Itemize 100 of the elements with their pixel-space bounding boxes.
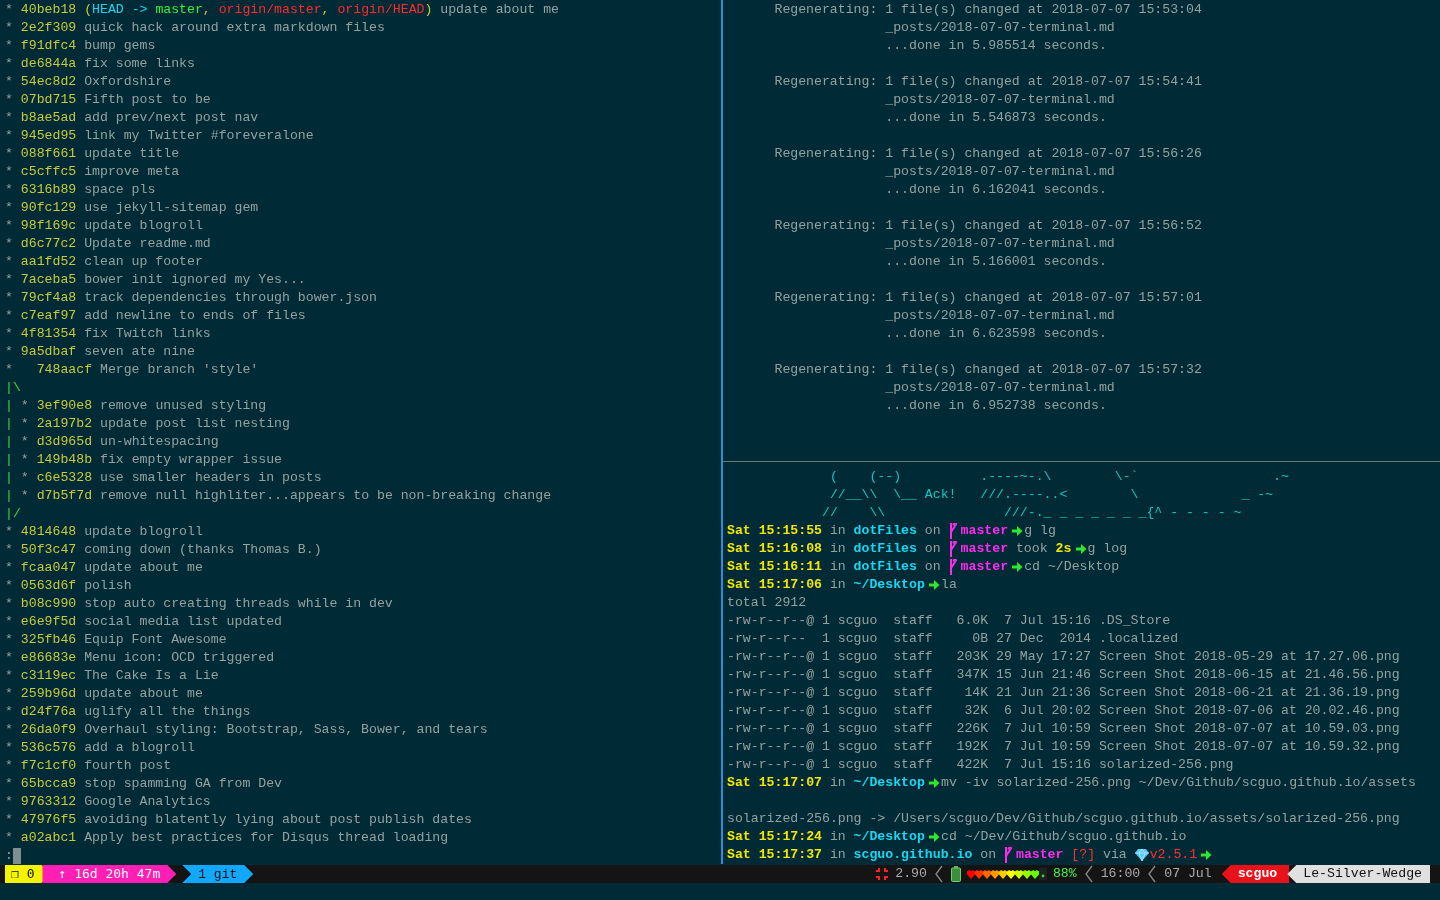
arrow-icon [1200,849,1213,861]
commit-hash: f91dfc4 [20,37,77,55]
commit-message: bower init ignored my Yes... [84,271,306,289]
graph-lines: * [5,559,13,577]
commit-message: use jekyll-sitemap gem [84,199,259,217]
commit-hash: 4814648 [20,523,77,541]
output-line: -rw-r--r--@ 1 scguo staff 32K 6 Jul 20:02 Screen Shot 2018-07-06 at 20.02.46.png [727,702,1400,720]
prompt-directory: dotFiles [853,522,917,540]
commit-hash: 4f81354 [20,325,77,343]
command-text: la [941,576,957,594]
commit-message: Fifth post to be [84,91,211,109]
graph-lines: * [5,523,13,541]
graph-lines: * [5,235,13,253]
graph-lines: * [5,325,13,343]
log-line: 1 file(s) changed at 2018-07-07 15:54:41 [885,73,1202,91]
command-text: g lg [1024,522,1056,540]
graph-lines: * [5,253,13,271]
git-branch: master [960,522,1009,540]
user-segment: scguo [1221,865,1290,883]
graph-lines: * [5,595,13,613]
graph-lines: * [5,739,13,757]
commit-message: Merge branch 'style' [99,361,259,379]
commit-hash: 65bcca9 [20,775,77,793]
command-duration: 2s [1055,540,1072,558]
arrow-icon [928,579,940,591]
window-tab[interactable]: 1 git [182,865,254,883]
log-line: _posts/2018-07-07-terminal.md [885,307,1116,325]
graph-lines: * [5,667,13,685]
commit-message: add newline to ends of files [84,307,306,325]
commit-hash: 149b48b [36,451,93,469]
commit-message: social media list updated [84,613,282,631]
graph-lines: * [5,613,13,631]
commit-hash: d6c77c2 [20,235,77,253]
commit-hash: e86683e [20,649,77,667]
host-segment: Le-Silver-Wedge [1287,865,1430,883]
commit-hash: 2e2f309 [20,19,77,37]
commit-message: Oxfordshire [84,73,172,91]
command-text: mv -iv solarized-256.png ~/Dev/Github/scguo.github.io/assets [941,774,1416,792]
log-line: 1 file(s) changed at 2018-07-07 15:56:26 [885,145,1202,163]
graph-lines: | * [5,487,29,505]
commit-message: quick hack around extra markdown files [84,19,385,37]
arrow-icon [1011,561,1024,573]
log-line: 1 file(s) changed at 2018-07-07 15:57:32 [885,361,1202,379]
commit-hash: a02abc1 [20,829,77,847]
commit-hash: 90fc129 [20,199,77,217]
prompt-directory: dotFiles [853,558,917,576]
commit-hash: fcaa047 [20,559,77,577]
commit-hash: 79cf4a8 [20,289,77,307]
battery-icon [950,866,961,882]
chevron-icon [1084,865,1093,883]
prompt-time: Sat 15:15:55 [727,522,822,540]
commit-hash: c5cffc5 [20,163,77,181]
commit-hash: de6844a [20,55,77,73]
graph-lines: * [5,145,13,163]
graph-lines: | * [5,451,29,469]
prompt-word: in [829,522,846,540]
output-line: -rw-r--r--@ 1 scguo staff 192K 7 Jul 10:59 Screen Shot 2018-07-07 at 10.59.32.png [727,738,1400,756]
graph-lines: |\ [5,379,21,397]
commit-message: polish [84,577,132,595]
commit-hash: c7eaf97 [20,307,77,325]
output-line: -rw-r--r--@ 1 scguo staff 14K 21 Jun 21:36 Screen Shot 2018-06-21 at 21.36.19.png [727,684,1400,702]
ascii-art: // \\ ///-._ _ _ _ _ _ _{^ - - - - ~ [820,504,1242,522]
log-line: 1 file(s) changed at 2018-07-07 15:56:52 [885,217,1202,235]
graph-lines: * [5,181,13,199]
commit-message: fix empty wrapper issue [100,451,282,469]
commit-message: remove null highliter...appears to be non-breaking change [100,487,552,505]
arrow-icon [1011,525,1024,537]
ascii-art: //__\\ \__ Ack! ///.----..< \ _ -~ [828,486,1274,504]
graph-lines: * [5,199,13,217]
prompt-time: Sat 15:16:08 [727,540,822,558]
arrow-icon [928,777,940,789]
commit-hash: 3ef90e8 [36,397,93,415]
graph-lines: * [5,775,13,793]
prompt-word: in [829,558,846,576]
log-line: 1 file(s) changed at 2018-07-07 15:53:04 [885,1,1202,19]
commit-hash: d24f76a [20,703,77,721]
prompt-time: Sat 15:17:24 [727,828,822,846]
commit-hash: b08c990 [20,595,77,613]
prompt-word: in [829,846,846,864]
commit-hash: 50f3c47 [20,541,77,559]
commit-hash: 325fb46 [20,631,77,649]
graph-lines: * [5,811,13,829]
output-line: solarized-256.png -> /Users/scguo/Dev/Github/scguo.github.io/assets/solarized-256.png [727,810,1400,828]
graph-lines: * [5,631,13,649]
commit-hash: 9a5dbaf [20,343,77,361]
graph-lines: * [5,163,13,181]
command-text: cd ~/Desktop [1024,558,1120,576]
git-status: [?] [1071,846,1096,864]
prompt-time: Sat 15:17:37 [727,846,822,864]
log-label: Regenerating: [774,145,879,163]
commit-message: update blogroll [84,217,203,235]
graph-lines: * [5,217,13,235]
graph-lines: * [5,757,13,775]
commit-hash: 26da0f9 [20,721,77,739]
prompt-word: in [829,576,846,594]
commit-message: update post list nesting [100,415,290,433]
log-label: Regenerating: [774,73,879,91]
commit-message: stop spamming GA from Dev [84,775,282,793]
graph-lines: * [5,343,13,361]
commit-message: un-whitespacing [100,433,219,451]
